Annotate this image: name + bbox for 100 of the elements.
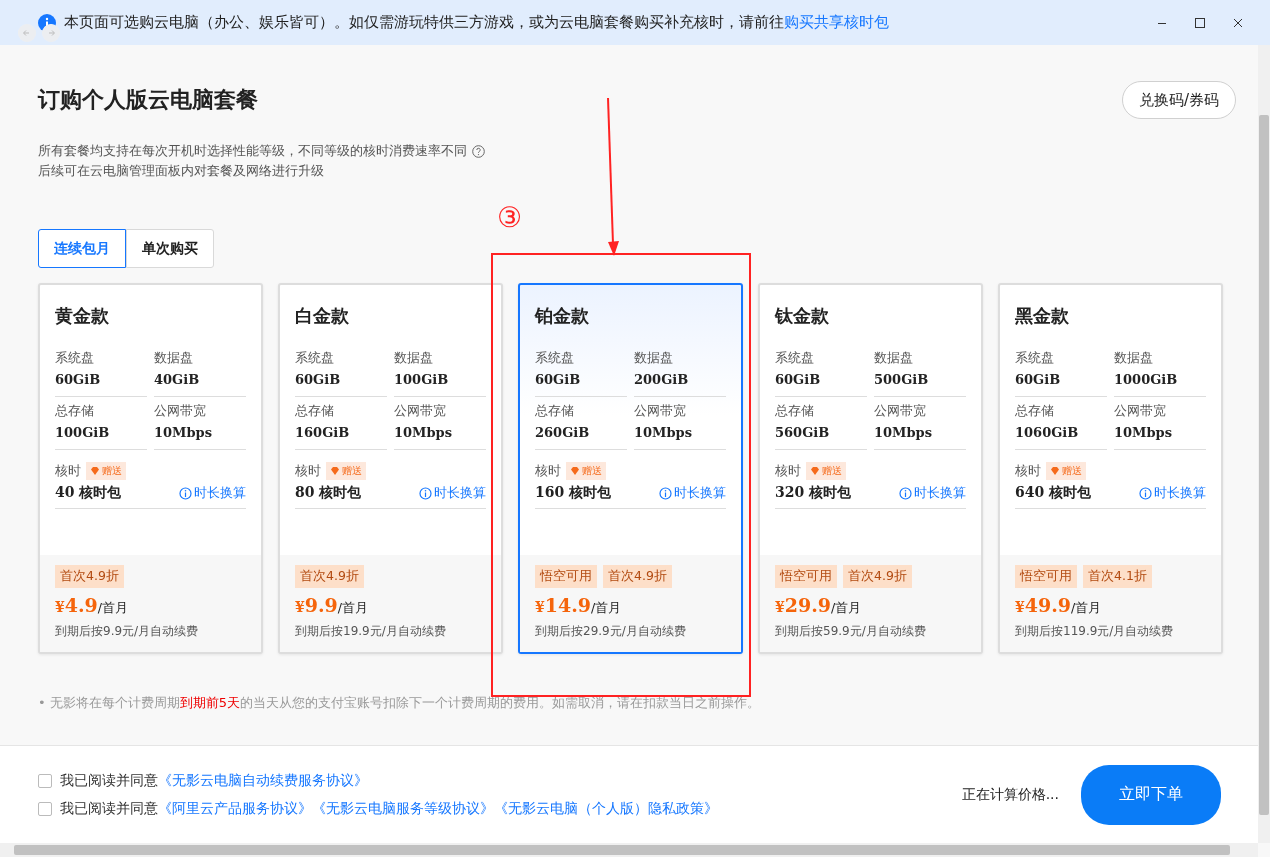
step-label: ③ <box>497 204 523 232</box>
discount-tag: 悟空可用 <box>535 565 597 588</box>
spec-value: 200GiB <box>634 372 690 387</box>
buy-core-hours-link[interactable]: 购买共享核时包 <box>784 13 889 31</box>
plan-name: 铂金款 <box>535 304 590 328</box>
spec-label: 核时 <box>535 462 561 480</box>
discount-tag: 悟空可用 <box>1015 565 1077 588</box>
banner-text: 本页面可选购云电脑（办公、娱乐皆可）。如仅需游玩特供三方游戏，或为云电脑套餐购买补充核时，请前往购买共享核时包 <box>64 13 889 32</box>
plan-card[interactable]: 钛金款 系统盘 60GiB 数据盘 500GiB 总存储 560GiB 公网带宽 10Mbps 核时 赠送 320 核时包 时长换算 悟空可用 首次4.9折 ¥29.9/首月 到期后按59.9元/月自动续费 <box>758 283 983 654</box>
spec-value: 160GiB <box>295 425 351 440</box>
spec-label: 总存储 <box>775 403 815 420</box>
agreement-link[interactable]: 《阿里云产品服务协议》 <box>158 799 312 818</box>
spec-value: 60GiB <box>1015 372 1062 387</box>
spec-label: 核时 <box>295 462 321 480</box>
discount-tag: 首次4.9折 <box>603 565 672 588</box>
info-icon <box>179 486 192 500</box>
price: ¥14.9/首月 <box>535 594 623 617</box>
spec-value: 100GiB <box>394 372 450 387</box>
convert-link[interactable]: 时长换算 <box>659 484 726 502</box>
spec-label: 总存储 <box>535 403 575 420</box>
convert-link[interactable]: 时长换算 <box>899 484 966 502</box>
core-hours-value: 320 核时包 <box>775 484 852 502</box>
spec-value: 1000GiB <box>1114 372 1179 387</box>
agree-checkbox[interactable] <box>38 801 52 816</box>
spec-label: 公网带宽 <box>874 403 927 420</box>
spec-label: 公网带宽 <box>394 403 447 420</box>
plan-name: 白金款 <box>295 304 350 328</box>
spec-label: 总存储 <box>295 403 335 420</box>
convert-link[interactable]: 时长换算 <box>1139 484 1206 502</box>
info-icon <box>419 486 432 500</box>
spec-value: 560GiB <box>775 425 831 440</box>
spec-label: 公网带宽 <box>634 403 687 420</box>
spec-value: 1060GiB <box>1015 425 1080 440</box>
spec-value: 260GiB <box>535 425 591 440</box>
spec-value: 10Mbps <box>394 425 453 440</box>
spec-label: 系统盘 <box>55 350 95 367</box>
convert-link[interactable]: 时长换算 <box>179 484 246 502</box>
renewal-text: 到期后按19.9元/月自动续费 <box>295 623 447 640</box>
page-title: 订购个人版云电脑套餐 <box>38 85 258 114</box>
spec-value: 10Mbps <box>1114 425 1173 440</box>
renewal-text: 到期后按29.9元/月自动续费 <box>535 623 687 640</box>
note-text: 所有套餐均支持在每次开机时选择性能等级，不同等级的核时消费速率不同 <box>38 142 467 160</box>
discount-tag: 首次4.9折 <box>843 565 912 588</box>
spec-label: 总存储 <box>55 403 95 420</box>
spec-label: 核时 <box>1015 462 1041 480</box>
spec-value: 10Mbps <box>874 425 933 440</box>
plan-name: 黄金款 <box>55 304 110 328</box>
core-hours-value: 160 核时包 <box>535 484 612 502</box>
plan-card[interactable]: 黑金款 系统盘 60GiB 数据盘 1000GiB 总存储 1060GiB 公网带宽 10Mbps 核时 赠送 640 核时包 时长换算 悟空可用 首次4.1折 ¥49.9/首月 到期后按119.9元/月自动续费 <box>998 283 1223 654</box>
plan-card[interactable]: 黄金款 系统盘 60GiB 数据盘 40GiB 总存储 100GiB 公网带宽 10Mbps 核时 赠送 40 核时包 时长换算 首次4.9折 ¥4.9/首月 到期后按9.9元/月自动续费 <box>38 283 263 654</box>
tab[interactable]: 连续包月 <box>38 229 126 268</box>
tab[interactable]: 单次购买 <box>126 229 214 268</box>
plan-name: 钛金款 <box>775 304 830 328</box>
gift-badge: 赠送 <box>566 462 606 480</box>
price: ¥4.9/首月 <box>55 594 130 617</box>
spec-value: 60GiB <box>535 372 582 387</box>
spec-label: 数据盘 <box>394 350 434 367</box>
spec-label: 数据盘 <box>874 350 914 367</box>
scrollbar[interactable] <box>1258 45 1270 843</box>
help-icon[interactable] <box>472 144 485 158</box>
plan-name: 黑金款 <box>1015 304 1070 328</box>
renewal-text: 到期后按119.9元/月自动续费 <box>1015 623 1175 640</box>
agreement-link[interactable]: 《无影云电脑（个人版）隐私政策》 <box>494 799 718 818</box>
renewal-text: 到期后按59.9元/月自动续费 <box>775 623 927 640</box>
agree-checkbox[interactable] <box>38 773 52 788</box>
info-icon <box>659 486 672 500</box>
spec-label: 系统盘 <box>535 350 575 367</box>
spec-label: 系统盘 <box>295 350 335 367</box>
core-hours-value: 80 核时包 <box>295 484 362 502</box>
plan-card[interactable]: 白金款 系统盘 60GiB 数据盘 100GiB 总存储 160GiB 公网带宽 10Mbps 核时 赠送 80 核时包 时长换算 首次4.9折 ¥9.9/首月 到期后按19.9元/月自动续费 <box>278 283 503 654</box>
convert-link[interactable]: 时长换算 <box>419 484 486 502</box>
agree-text: 我已阅读并同意 <box>60 771 158 790</box>
price: ¥49.9/首月 <box>1015 594 1103 617</box>
note-text: 后续可在云电脑管理面板内对套餐及网络进行升级 <box>38 162 324 180</box>
order-button[interactable]: 立即下单 <box>1081 764 1221 825</box>
agreement-link[interactable]: 《无影云电脑服务等级协议》 <box>312 799 494 818</box>
spec-label: 公网带宽 <box>1114 403 1167 420</box>
info-icon <box>899 486 912 500</box>
gift-badge: 赠送 <box>326 462 366 480</box>
agreement-link[interactable]: 《无影云电脑自动续费服务协议》 <box>158 771 368 790</box>
spec-value: 60GiB <box>775 372 822 387</box>
spec-label: 系统盘 <box>775 350 815 367</box>
agree-text: 我已阅读并同意 <box>60 799 158 818</box>
spec-value: 60GiB <box>55 372 102 387</box>
price-status: 正在计算价格... <box>961 785 1059 804</box>
info-icon <box>1139 486 1152 500</box>
discount-tag: 悟空可用 <box>775 565 837 588</box>
plan-card[interactable]: 铂金款 系统盘 60GiB 数据盘 200GiB 总存储 260GiB 公网带宽 10Mbps 核时 赠送 160 核时包 时长换算 悟空可用 首次4.9折 ¥14.9/首月 到期后按29.9元/月自动续费 <box>518 283 743 654</box>
spec-value: 10Mbps <box>154 425 213 440</box>
gift-badge: 赠送 <box>1046 462 1086 480</box>
spec-label: 系统盘 <box>1015 350 1055 367</box>
spec-value: 60GiB <box>295 372 342 387</box>
discount-tag: 首次4.9折 <box>55 565 124 588</box>
gift-badge: 赠送 <box>86 462 126 480</box>
scrollbar[interactable] <box>0 843 1258 857</box>
redeem-button[interactable]: 兑换码/券码 <box>1121 81 1236 119</box>
spec-value: 10Mbps <box>634 425 693 440</box>
spec-value: 40GiB <box>154 372 201 387</box>
spec-label: 核时 <box>55 462 81 480</box>
renewal-text: 到期后按9.9元/月自动续费 <box>55 623 200 640</box>
